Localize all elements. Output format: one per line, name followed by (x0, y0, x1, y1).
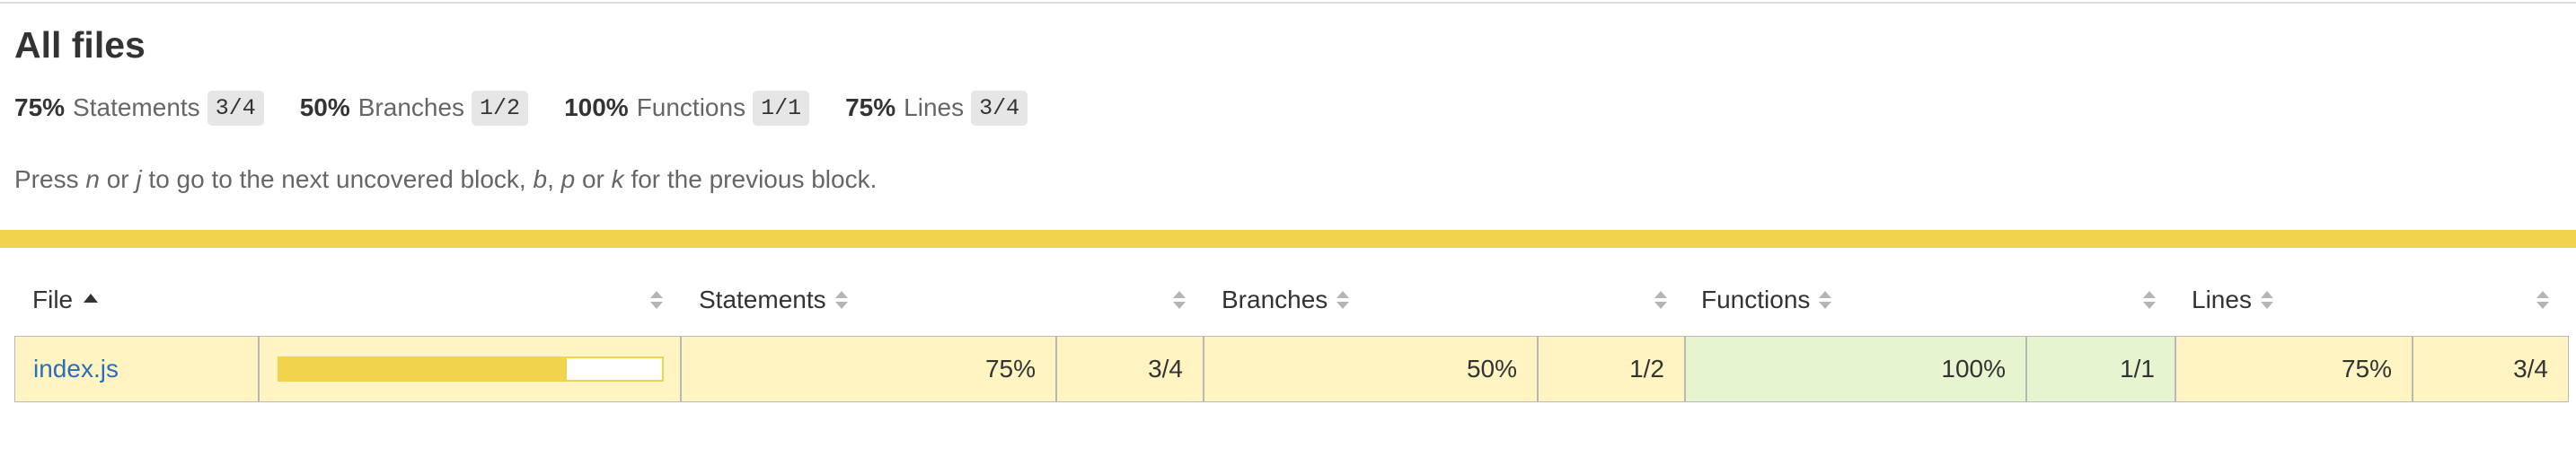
coverage-bar (278, 357, 664, 382)
sort-ascending-icon (84, 294, 99, 303)
lines-pct: 75% (2341, 355, 2392, 383)
column-header-lines[interactable]: Lines (2192, 275, 2273, 325)
column-header-statements[interactable]: Statements (699, 275, 848, 325)
hint-text: for the previous block. (623, 165, 878, 193)
branches-pct-cell: 50% (1204, 336, 1538, 402)
branches-fraction: 1/2 (1629, 355, 1664, 383)
statements-fraction: 3/4 (1148, 355, 1183, 383)
statements-pct: 75% (984, 355, 1036, 383)
lines-fraction: 3/4 (2513, 355, 2548, 383)
hint-text: , (547, 165, 561, 193)
table-row: index.js 75% 3/4 50% 1/2 100% 1/1 75% 3/… (14, 336, 2571, 402)
hint-key: k (611, 165, 624, 193)
summary-label: Lines (904, 93, 965, 121)
coverage-summary: 75% Statements 3/4 50% Branches 1/2 100%… (14, 88, 2565, 128)
sort-both-icon[interactable] (1654, 287, 1667, 313)
coverage-bar-fill (279, 358, 567, 380)
summary-label: Branches (357, 93, 465, 121)
hint-text: Press (14, 165, 86, 193)
hint-key: p (560, 165, 576, 193)
sort-both-icon[interactable] (2536, 287, 2549, 313)
page-title: All files (14, 24, 146, 66)
sort-both-icon (834, 287, 848, 313)
coverage-bar-cell (259, 336, 681, 402)
summary-fraction: 1/1 (753, 90, 810, 126)
column-header-label: Functions (1701, 286, 1811, 313)
file-link[interactable]: index.js (33, 355, 119, 383)
branches-pct: 50% (1466, 355, 1517, 383)
functions-pct-cell: 100% (1685, 336, 2026, 402)
hint-text: or (99, 165, 137, 193)
summary-fraction: 3/4 (207, 90, 264, 126)
sort-both-icon (1819, 287, 1832, 313)
summary-pct: 75% (14, 93, 66, 121)
functions-fraction: 1/1 (2120, 355, 2155, 383)
column-header-branches[interactable]: Branches (1222, 275, 1350, 325)
table-header: File Statements Branches Functions Lines (14, 275, 2571, 325)
functions-frac-cell: 1/1 (2026, 336, 2175, 402)
sort-both-icon[interactable] (2143, 287, 2156, 313)
sort-both-icon[interactable] (1173, 287, 1186, 313)
column-header-label: Statements (699, 286, 826, 313)
column-header-label: File (32, 286, 74, 313)
hint-key: b (533, 165, 548, 193)
sort-both-icon[interactable] (650, 287, 663, 313)
column-header-label: Lines (2192, 286, 2252, 313)
summary-statements: 75% Statements 3/4 (14, 90, 264, 126)
summary-pct: 100% (564, 93, 629, 121)
summary-lines: 75% Lines 3/4 (845, 90, 1028, 126)
summary-label: Statements (73, 93, 200, 121)
hint-key: n (85, 165, 100, 193)
summary-branches: 50% Branches 1/2 (299, 90, 529, 126)
summary-label: Functions (636, 93, 746, 121)
summary-functions: 100% Functions 1/1 (564, 90, 810, 126)
coverage-status-bar (0, 230, 2576, 248)
summary-pct: 75% (845, 93, 896, 121)
lines-pct-cell: 75% (2175, 336, 2413, 402)
hint-text: to go to the next uncovered block, (141, 165, 534, 193)
column-header-functions[interactable]: Functions (1701, 275, 1832, 325)
statements-frac-cell: 3/4 (1056, 336, 1204, 402)
lines-frac-cell: 3/4 (2413, 336, 2569, 402)
header-section: All files 75% Statements 3/4 50% Branche… (14, 20, 2565, 194)
sort-both-icon (2260, 287, 2273, 313)
summary-pct: 50% (299, 93, 350, 121)
functions-pct: 100% (1941, 355, 2006, 383)
column-header-file[interactable]: File (32, 275, 99, 325)
column-header-label: Branches (1222, 286, 1328, 313)
summary-fraction: 3/4 (971, 90, 1028, 126)
keyboard-hint: Press n or j to go to the next uncovered… (14, 165, 2565, 194)
summary-fraction: 1/2 (472, 90, 529, 126)
coverage-table: File Statements Branches Functions Lines… (14, 275, 2571, 402)
hint-text: or (575, 165, 612, 193)
sort-both-icon (1337, 287, 1350, 313)
statements-pct-cell: 75% (681, 336, 1056, 402)
file-cell: index.js (14, 336, 259, 402)
top-divider (0, 2, 2576, 4)
branches-frac-cell: 1/2 (1538, 336, 1685, 402)
